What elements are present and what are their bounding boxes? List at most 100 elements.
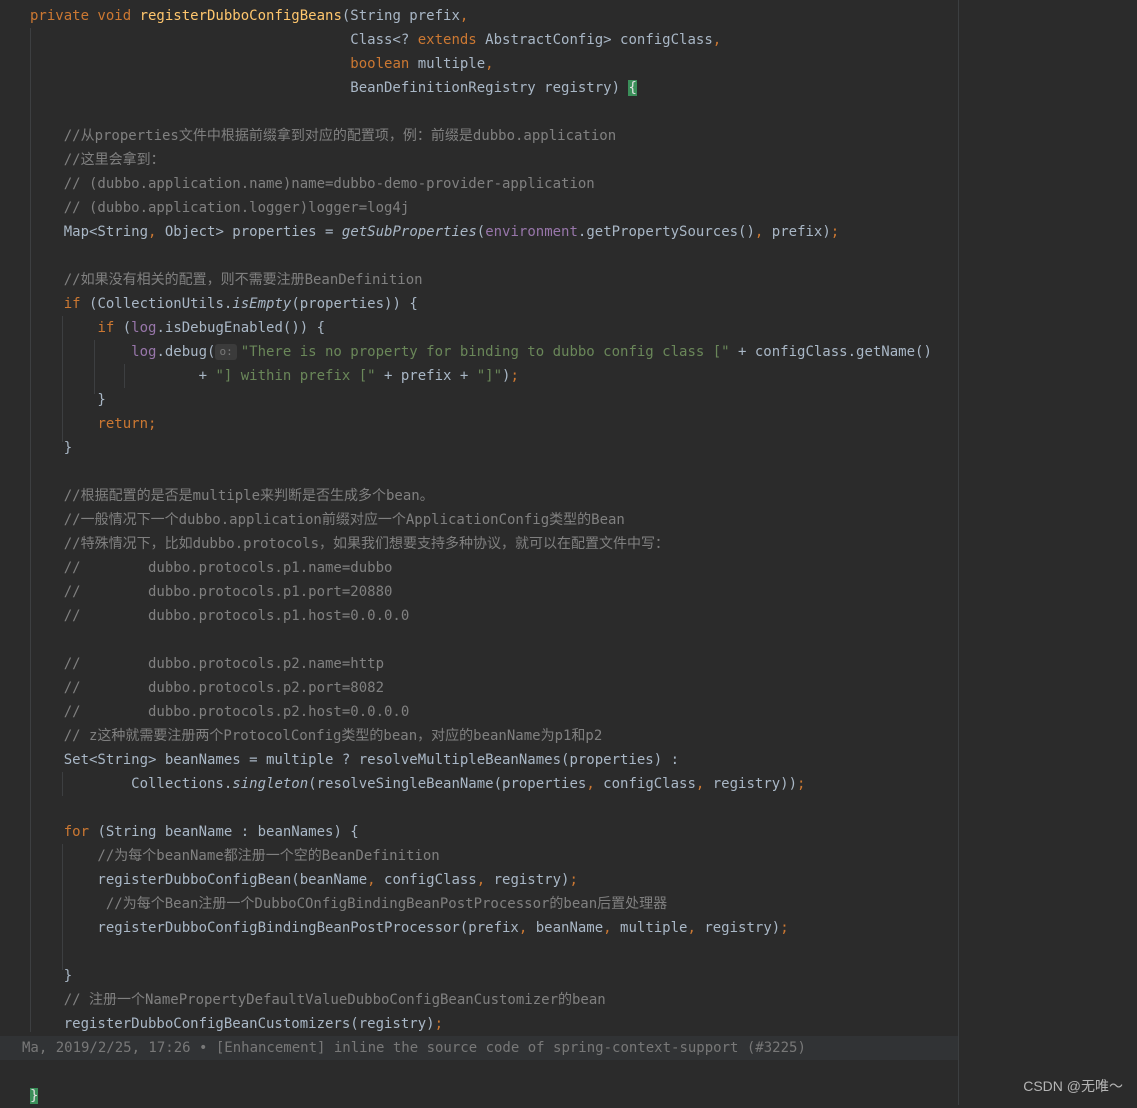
code-line[interactable]: Class<? extends AbstractConfig> configCl… bbox=[30, 28, 721, 52]
code-token: registerDubboConfigBeans bbox=[139, 8, 342, 24]
code-token: , bbox=[754, 224, 772, 240]
code-token: // dubbo.protocols.p2.port=8082 bbox=[30, 680, 385, 696]
code-line[interactable]: //这里会拿到： bbox=[30, 148, 165, 172]
code-token: (CollectionUtils. bbox=[89, 296, 233, 312]
code-token: ; bbox=[797, 776, 806, 792]
code-line[interactable]: //为每个beanName都注册一个空的BeanDefinition bbox=[30, 844, 439, 868]
code-token: { bbox=[628, 80, 637, 96]
code-token: , bbox=[695, 776, 713, 792]
code-token: singleton bbox=[232, 776, 309, 792]
code-token: , bbox=[476, 872, 494, 888]
code-line[interactable]: if (log.isDebugEnabled()) { bbox=[30, 316, 325, 340]
code-line[interactable]: } bbox=[30, 436, 72, 460]
code-line[interactable]: Collections.singleton(resolveSingleBeanN… bbox=[30, 772, 805, 796]
code-token: ; bbox=[569, 872, 578, 888]
code-token: registry) bbox=[493, 872, 570, 888]
code-token: } bbox=[30, 1088, 39, 1104]
code-token: configClass bbox=[603, 776, 696, 792]
code-token: ; bbox=[510, 368, 519, 384]
code-token: , bbox=[518, 920, 536, 936]
code-token: boolean bbox=[350, 56, 418, 72]
code-line[interactable]: } bbox=[30, 1084, 39, 1108]
code-token: //根据配置的是否是multiple来判断是否生成多个bean。 bbox=[30, 488, 434, 504]
code-token: .debug( bbox=[156, 344, 216, 360]
code-token: registerDubboConfigBindingBeanPostProces… bbox=[30, 920, 519, 936]
code-line[interactable]: // z这种就需要注册两个ProtocolConfig类型的bean，对应的be… bbox=[30, 724, 603, 748]
code-line[interactable]: return; bbox=[30, 412, 156, 436]
code-line[interactable]: // dubbo.protocols.p2.name=http bbox=[30, 652, 384, 676]
code-token: registry)) bbox=[712, 776, 798, 792]
code-token: multiple bbox=[620, 920, 688, 936]
code-token: registerDubboConfigBeanCustomizers(regis… bbox=[30, 1016, 435, 1032]
code-line[interactable]: // dubbo.protocols.p2.host=0.0.0.0 bbox=[30, 700, 410, 724]
watermark: CSDN @无唯～ bbox=[1023, 1078, 1123, 1094]
code-editor[interactable]: private void registerDubboConfigBeans(St… bbox=[0, 0, 1137, 1105]
code-line[interactable]: //根据配置的是否是multiple来判断是否生成多个bean。 bbox=[30, 484, 434, 508]
code-line[interactable]: // (dubbo.application.logger)logger=log4… bbox=[30, 196, 410, 220]
code-token: "] within prefix [" bbox=[215, 368, 376, 384]
code-token: beanName bbox=[535, 920, 604, 936]
code-line[interactable]: //一般情况下一个dubbo.application前缀对应一个Applicat… bbox=[30, 508, 625, 532]
code-line[interactable]: BeanDefinitionRegistry registry) { bbox=[30, 76, 637, 100]
code-token: //如果没有相关的配置，则不需要注册BeanDefinition bbox=[30, 272, 423, 288]
code-token: .isDebugEnabled()) { bbox=[156, 320, 326, 336]
code-token: // 注册一个NamePropertyDefaultValueDubboConf… bbox=[30, 992, 606, 1008]
code-line[interactable]: // dubbo.protocols.p1.host=0.0.0.0 bbox=[30, 604, 410, 628]
code-token: + bbox=[30, 368, 216, 384]
code-token: multiple bbox=[417, 56, 486, 72]
code-line[interactable]: + "] within prefix [" + prefix + "]"); bbox=[30, 364, 519, 388]
code-token: ( bbox=[476, 224, 486, 240]
code-line[interactable]: //特殊情况下，比如dubbo.protocols，如果我们想要支持多种协议，就… bbox=[30, 532, 669, 556]
code-token: // dubbo.protocols.p1.host=0.0.0.0 bbox=[30, 608, 410, 624]
code-token: BeanDefinitionRegistry registry) bbox=[30, 80, 629, 96]
code-token: // dubbo.protocols.p1.port=20880 bbox=[30, 584, 393, 600]
code-token: + configClass.getName() bbox=[729, 344, 932, 360]
code-token: AbstractConfig> configClass bbox=[485, 32, 713, 48]
code-line[interactable]: } bbox=[30, 388, 105, 412]
code-token: , bbox=[148, 224, 165, 240]
code-line[interactable]: private void registerDubboConfigBeans(St… bbox=[30, 4, 468, 28]
code-line[interactable]: // dubbo.protocols.p1.port=20880 bbox=[30, 580, 393, 604]
code-line[interactable]: // 注册一个NamePropertyDefaultValueDubboConf… bbox=[30, 988, 606, 1012]
code-token: , bbox=[485, 56, 494, 72]
code-line[interactable]: // (dubbo.application.name)name=dubbo-de… bbox=[30, 172, 595, 196]
code-token: (resolveSingleBeanName(properties bbox=[308, 776, 587, 792]
code-token: , bbox=[687, 920, 705, 936]
code-token: //特殊情况下，比如dubbo.protocols，如果我们想要支持多种协议，就… bbox=[30, 536, 670, 552]
code-line[interactable]: Set<String> beanNames = multiple ? resol… bbox=[30, 748, 679, 772]
code-line[interactable]: registerDubboConfigBeanCustomizers(regis… bbox=[30, 1012, 443, 1036]
code-line[interactable]: boolean multiple, bbox=[30, 52, 494, 76]
code-token: .getPropertySources() bbox=[577, 224, 755, 240]
code-line[interactable]: //为每个Bean注册一个DubboCOnfigBindingBeanPostP… bbox=[30, 892, 667, 916]
git-blame-annotation[interactable]: Ma, 2019/2/25, 17:26 • [Enhancement] inl… bbox=[22, 1036, 806, 1060]
code-token: // (dubbo.application.name)name=dubbo-de… bbox=[30, 176, 595, 192]
code-token: environment bbox=[485, 224, 578, 240]
code-token: registry) bbox=[704, 920, 781, 936]
code-line[interactable]: Map<String, Object> properties = getSubP… bbox=[30, 220, 840, 244]
code-line[interactable]: if (CollectionUtils.isEmpty(properties))… bbox=[30, 292, 418, 316]
code-line[interactable]: // dubbo.protocols.p2.port=8082 bbox=[30, 676, 384, 700]
code-line[interactable]: //如果没有相关的配置，则不需要注册BeanDefinition bbox=[30, 268, 423, 292]
code-line[interactable]: // dubbo.protocols.p1.name=dubbo bbox=[30, 556, 393, 580]
code-token: if bbox=[97, 320, 123, 336]
code-token: // dubbo.protocols.p1.name=dubbo bbox=[30, 560, 393, 576]
right-margin-guide bbox=[958, 0, 959, 1105]
code-line[interactable]: } bbox=[30, 964, 72, 988]
code-line[interactable]: registerDubboConfigBindingBeanPostProces… bbox=[30, 916, 789, 940]
code-token: ; bbox=[780, 920, 789, 936]
code-line[interactable]: registerDubboConfigBean(beanName, config… bbox=[30, 868, 578, 892]
code-line[interactable]: //从properties文件中根据前缀拿到对应的配置项，例：前缀是dubbo.… bbox=[30, 124, 616, 148]
code-token: , bbox=[367, 872, 385, 888]
code-line[interactable]: for (String beanName : beanNames) { bbox=[30, 820, 359, 844]
code-token: // z这种就需要注册两个ProtocolConfig类型的bean，对应的be… bbox=[30, 728, 603, 744]
code-token: + prefix + bbox=[375, 368, 477, 384]
code-line[interactable]: log.debug(o: "There is no property for bi… bbox=[30, 340, 932, 364]
code-token: } bbox=[30, 968, 73, 984]
code-token: // dubbo.protocols.p2.name=http bbox=[30, 656, 385, 672]
code-token: (properties)) { bbox=[291, 296, 418, 312]
code-token: private void bbox=[30, 8, 140, 24]
